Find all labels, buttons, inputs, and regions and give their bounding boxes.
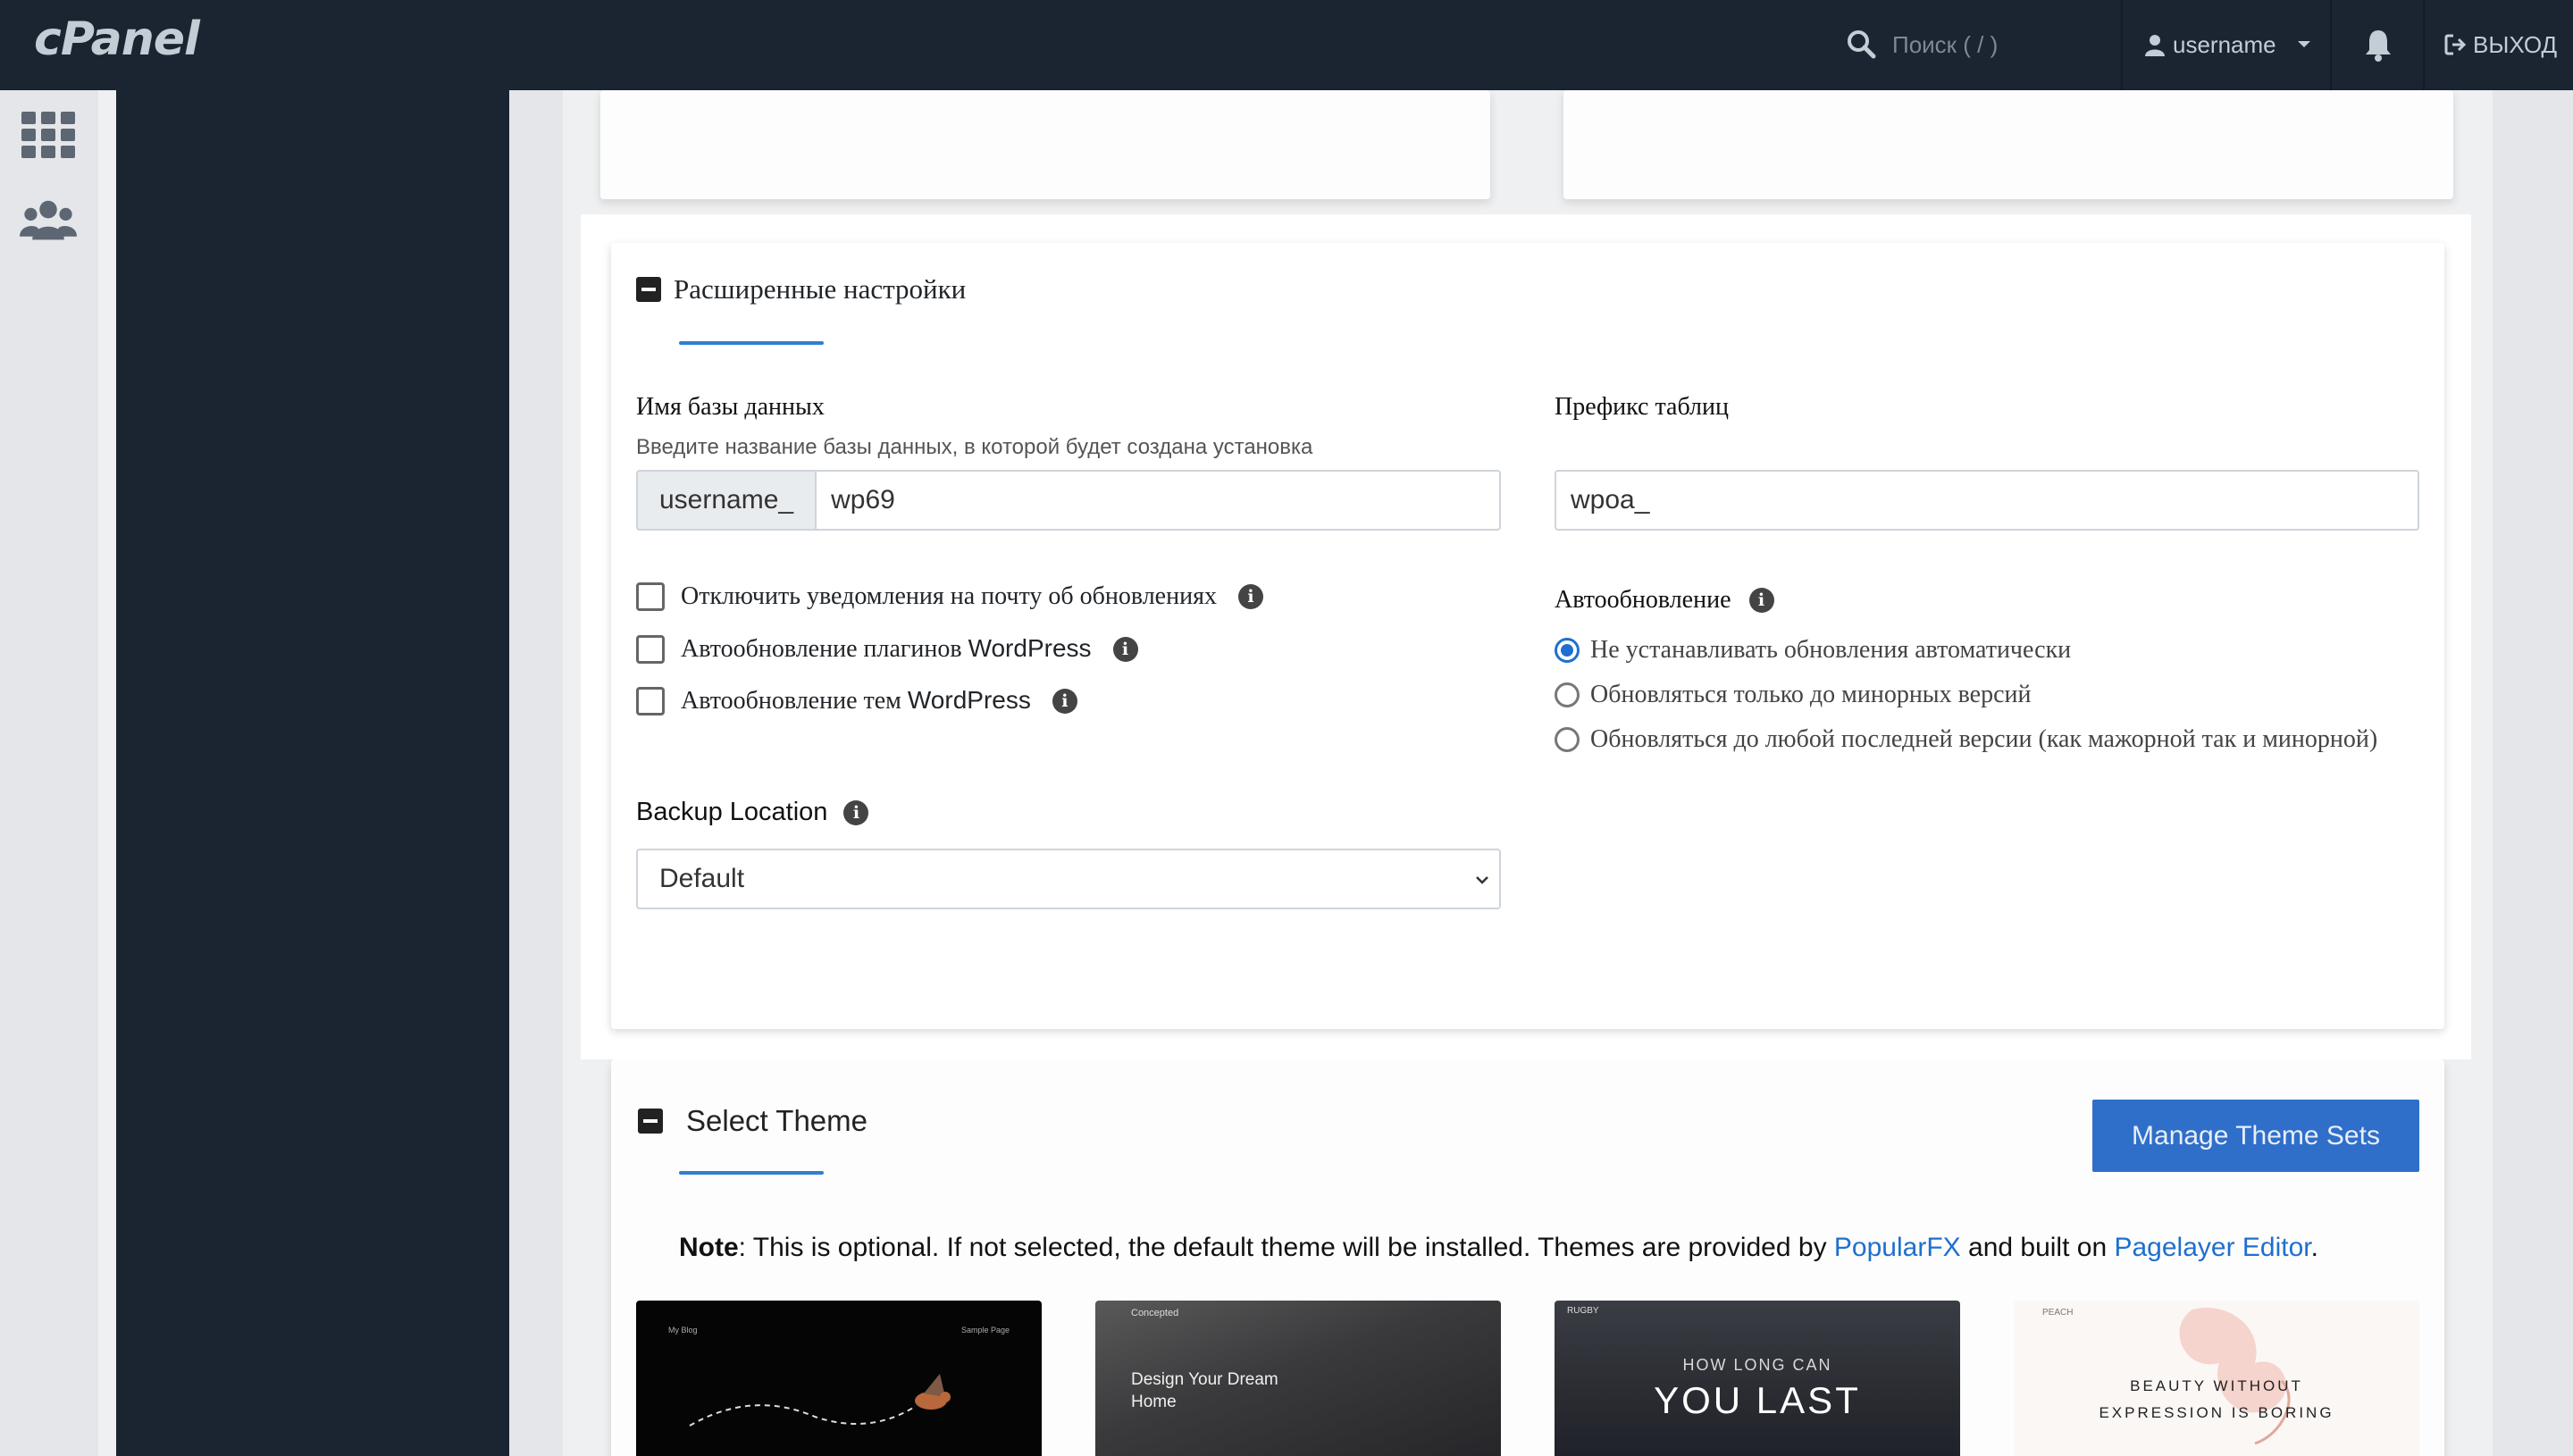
checkbox-label: Отключить уведомления на почту об обновл…	[681, 582, 1217, 610]
user-icon	[2145, 35, 2165, 56]
autoupdate-option-any[interactable]: Обновляться до любой последней версии (к…	[1555, 725, 2377, 754]
autoupdate-label: Автообновление i	[1555, 586, 1774, 615]
theme-thumbnail-myblog[interactable]: My Blog Sample Page	[636, 1301, 1042, 1456]
section-underline	[679, 1171, 824, 1175]
logout-button[interactable]: ВЫХОД	[2444, 27, 2557, 63]
thumb-text: YOU LAST	[1654, 1379, 1861, 1421]
users-icon[interactable]	[20, 196, 77, 246]
manage-theme-sets-button[interactable]: Manage Theme Sets	[2092, 1100, 2419, 1172]
checkbox[interactable]	[636, 582, 665, 611]
thumb-text: Concepted	[1131, 1308, 1179, 1318]
background-card	[1563, 90, 2453, 199]
divider	[2330, 0, 2332, 90]
username-label: username	[2173, 30, 2276, 58]
collapse-icon	[638, 1109, 663, 1134]
note-text: and built on	[1960, 1233, 2115, 1262]
checkbox-label: Автообновление плагинов WordPress	[681, 634, 1092, 664]
theme-thumbnail-peach[interactable]: PEACH BEAUTY WITHOUT EXPRESSION IS BORIN…	[2014, 1301, 2419, 1456]
cpanel-logo[interactable]: cPanel	[34, 13, 200, 66]
popularfx-link[interactable]: PopularFX	[1834, 1233, 1961, 1262]
radio-label: Обновляться до любой последней версии (к…	[1590, 725, 2378, 753]
backup-location-label: Backup Location i	[636, 798, 869, 827]
note-bold: Note	[679, 1233, 739, 1262]
divider	[2121, 0, 2123, 90]
auto-update-plugins-checkbox[interactable]: Автообновление плагинов WordPress i	[636, 634, 1138, 664]
radio[interactable]	[1555, 682, 1580, 707]
thumb-text: BEAUTY WITHOUT	[2130, 1377, 2303, 1394]
checkbox[interactable]	[636, 686, 665, 715]
db-prefix-addon: username_	[636, 470, 816, 531]
db-name-label: Имя базы данных	[636, 393, 825, 421]
thumb-text: HOW LONG CAN	[1682, 1356, 1832, 1374]
table-prefix-input[interactable]	[1555, 470, 2419, 531]
theme-note: Note: This is optional. If not selected,…	[679, 1233, 2318, 1263]
collapse-icon	[636, 277, 661, 302]
background-card	[600, 90, 1490, 199]
theme-thumbnail-concepted[interactable]: Concepted Design Your Dream Home	[1095, 1301, 1501, 1456]
backup-location-value: Default	[659, 864, 745, 893]
info-icon[interactable]: i	[843, 799, 869, 825]
autoupdate-option-none[interactable]: Не устанавливать обновления автоматическ…	[1555, 636, 2071, 665]
radio-label: Не устанавливать обновления автоматическ…	[1590, 636, 2072, 664]
divider	[2423, 0, 2425, 90]
info-icon[interactable]: i	[1112, 636, 1138, 662]
thumb-text: PEACH	[2042, 1308, 2074, 1318]
disable-email-notifications-checkbox[interactable]: Отключить уведомления на почту об обновл…	[636, 582, 1263, 611]
checkbox-label-text: Автообновление тем	[681, 687, 901, 715]
sidebar	[116, 90, 509, 1456]
checkbox[interactable]	[636, 634, 665, 664]
info-icon[interactable]: i	[1237, 584, 1263, 609]
pagelayer-link[interactable]: Pagelayer Editor	[2114, 1233, 2310, 1262]
bird-illustration	[689, 1374, 951, 1427]
thumb-text: Design Your Dream Home	[1131, 1370, 1278, 1411]
advanced-settings-toggle[interactable]: Расширенные настройки	[636, 273, 966, 305]
thumb-text: RUGBY	[1567, 1306, 1599, 1316]
info-icon[interactable]: i	[1748, 588, 1774, 613]
radio[interactable]	[1555, 727, 1580, 752]
theme-thumbnail-rugby[interactable]: RUGBY HOW LONG CAN YOU LAST	[1555, 1301, 1960, 1456]
autoupdate-label-text: Автообновление	[1555, 586, 1731, 614]
table-prefix-label: Префикс таблиц	[1555, 393, 1729, 421]
select-theme-title: Select Theme	[686, 1104, 867, 1137]
search-input[interactable]	[1892, 27, 2071, 63]
checkbox-label-brand: WordPress	[968, 634, 1092, 662]
user-menu[interactable]: username	[2144, 27, 2312, 63]
bell-icon[interactable]	[2362, 27, 2394, 63]
radio-label: Обновляться только до минорных версий	[1590, 681, 2032, 708]
db-name-input[interactable]	[815, 470, 1501, 531]
search-icon[interactable]	[1846, 29, 1876, 59]
checkbox-label-brand: WordPress	[907, 686, 1031, 714]
icon-rail	[0, 90, 98, 1456]
note-text: .	[2310, 1233, 2318, 1262]
section-underline	[679, 341, 824, 345]
advanced-settings-title: Расширенные настройки	[674, 273, 967, 305]
chevron-down-icon	[1476, 876, 1488, 884]
backup-location-label-text: Backup Location	[636, 798, 828, 826]
caret-down-icon	[2297, 41, 2310, 47]
db-name-group: username_	[636, 470, 1501, 531]
thumb-text: EXPRESSION IS BORING	[2099, 1404, 2334, 1421]
backup-location-select[interactable]: Default	[636, 849, 1501, 909]
sign-out-icon	[2444, 34, 2467, 55]
checkbox-label: Автообновление тем WordPress	[681, 686, 1031, 715]
note-text: : This is optional. If not selected, the…	[738, 1233, 1834, 1262]
autoupdate-option-minor[interactable]: Обновляться только до минорных версий	[1555, 681, 2032, 709]
db-name-hint: Введите название базы данных, в которой …	[636, 435, 1313, 459]
select-theme-toggle[interactable]: Select Theme	[638, 1104, 867, 1138]
top-bar: cPanel username ВЫХОД	[0, 0, 2573, 90]
radio-selected[interactable]	[1555, 638, 1580, 663]
logout-label: ВЫХОД	[2473, 30, 2558, 58]
grid-icon[interactable]	[20, 110, 77, 160]
checkbox-label-text: Автообновление плагинов	[681, 635, 962, 663]
info-icon[interactable]: i	[1052, 688, 1077, 714]
auto-update-themes-checkbox[interactable]: Автообновление тем WordPress i	[636, 686, 1077, 715]
